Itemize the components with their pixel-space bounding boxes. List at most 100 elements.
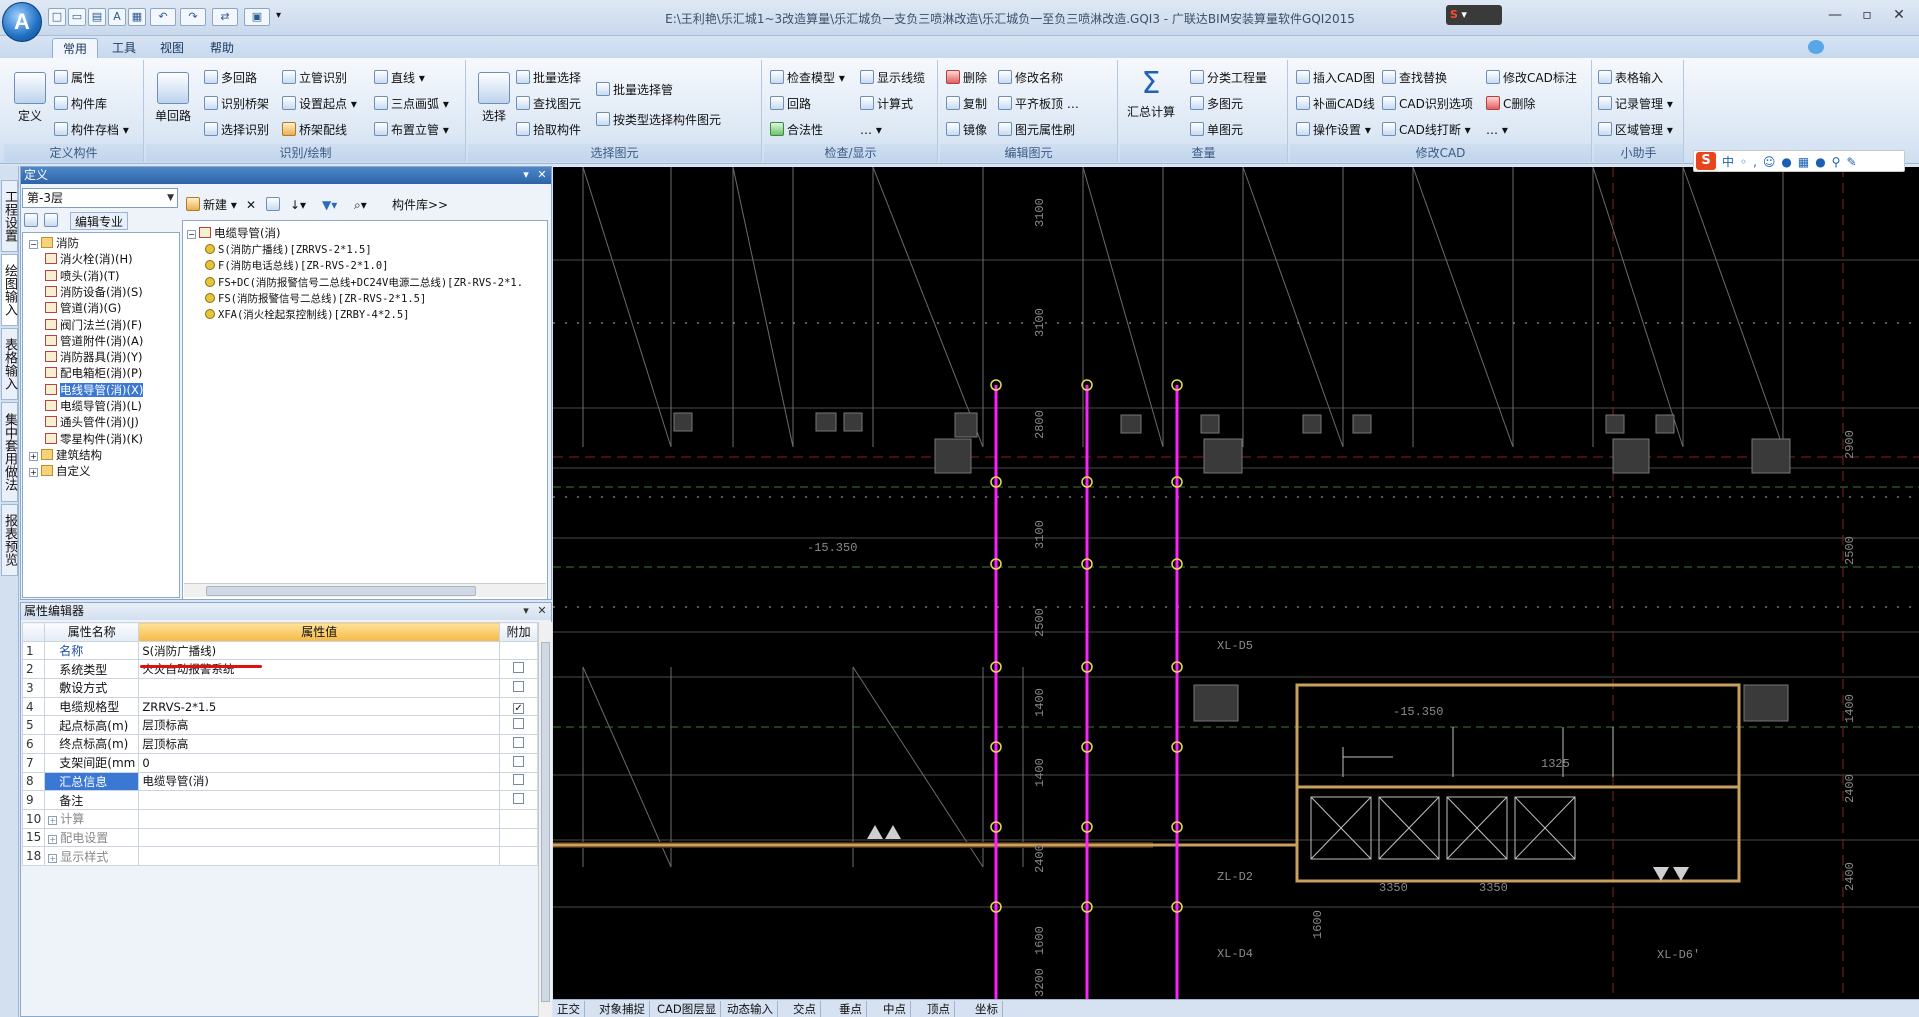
find-replace-button[interactable]: 查找替换 — [1382, 68, 1447, 88]
tab-apply-method[interactable]: 集中套用做法 — [1, 402, 18, 502]
new-button[interactable]: 新建 ▾ — [186, 196, 237, 214]
extra-checkbox[interactable] — [513, 774, 525, 786]
property-value[interactable]: 0 — [138, 752, 501, 773]
cad-line-break-button[interactable]: CAD线打断 ▾ — [1382, 120, 1471, 140]
component-library-link[interactable]: 构件库>> — [392, 196, 448, 214]
circuit-button[interactable]: 回路 — [770, 94, 811, 114]
sort-icon[interactable]: ↓▾ — [290, 196, 306, 214]
select-button[interactable]: 选择 — [472, 72, 516, 124]
copy-button[interactable]: 复制 — [946, 94, 987, 114]
component-library-button[interactable]: 构件库 — [54, 94, 107, 114]
define-button[interactable]: 定义 — [8, 72, 52, 124]
minimize-button[interactable]: — — [1820, 6, 1850, 26]
collapse-all-icon[interactable] — [44, 212, 61, 230]
component-tree-scrollbar[interactable] — [184, 583, 546, 597]
multi-element-button[interactable]: 多图元 — [1190, 94, 1243, 114]
extra-checkbox[interactable]: ✓ — [513, 702, 525, 714]
tree-item[interactable]: 消防器具(消)(Y) — [45, 349, 142, 365]
line-button[interactable]: 直线 ▾ — [374, 68, 425, 88]
property-row[interactable]: 10 + 计算 — [21, 808, 538, 829]
identify-tray-button[interactable]: 识别桥架 — [204, 94, 269, 114]
extra-checkbox[interactable] — [513, 718, 525, 730]
expand-toggle-icon[interactable]: − — [187, 230, 196, 239]
expand-toggle-icon[interactable]: + — [29, 451, 38, 461]
batch-select-pipe-button[interactable]: 批量选择管 — [596, 80, 673, 100]
tree-folder[interactable]: − 消防 — [29, 235, 79, 251]
tree-item[interactable]: 管道(消)(G) — [45, 300, 121, 316]
property-row[interactable]: 5 起点标高(m) 层顶标高 — [21, 715, 538, 736]
expand-toggle-icon[interactable]: + — [29, 468, 38, 478]
single-element-button[interactable]: 单图元 — [1190, 120, 1243, 140]
select-by-type-button[interactable]: 按类型选择构件图元 — [596, 110, 721, 130]
attribute-button[interactable]: 属性 — [54, 68, 95, 88]
drawing-canvas[interactable]: 3100 3100 2800 3100 2500 1400 1400 2400 … — [553, 167, 1919, 999]
panel-close-icon[interactable]: ✕ — [535, 168, 549, 182]
export-icon[interactable]: A — [108, 8, 126, 26]
tab-common[interactable]: 常用 — [52, 38, 98, 58]
expand-all-icon[interactable] — [24, 212, 41, 230]
mirror-button[interactable]: 镜像 — [946, 120, 987, 140]
multi-circuit-button[interactable]: 多回路 — [204, 68, 257, 88]
pick-component-button[interactable]: 拾取构件 — [516, 120, 581, 140]
edit-discipline-button[interactable]: 编辑专业 — [70, 212, 129, 230]
view-icon[interactable]: ▣ — [244, 8, 270, 26]
property-value[interactable]: ZRRVS-2*1.5 — [138, 696, 501, 717]
operation-settings-button[interactable]: 操作设置 ▾ — [1296, 120, 1371, 140]
floor-select[interactable]: 第-3层 — [22, 188, 178, 208]
place-riser-button[interactable]: 布置立管 ▾ — [374, 120, 449, 140]
tree-item[interactable]: 零星构件(消)(K) — [45, 431, 143, 447]
cad-layer-toggle[interactable]: CAD图层显 — [653, 1001, 722, 1017]
ime-tools-icons[interactable]: 中◦,☺●▦●⚲✎ — [1722, 153, 1863, 170]
maximize-button[interactable]: ▫ — [1852, 6, 1882, 26]
property-row[interactable]: 7 支架间距(mm 0 — [21, 752, 538, 773]
select-identify-button[interactable]: 选择识别 — [204, 120, 269, 140]
property-scrollbar[interactable] — [538, 622, 552, 1017]
tree-folder[interactable]: + 建筑结构 — [29, 447, 102, 463]
insert-cad-button[interactable]: 插入CAD图 — [1296, 68, 1375, 88]
find-element-button[interactable]: 查找图元 — [516, 94, 581, 114]
extra-checkbox[interactable] — [513, 755, 525, 767]
component-root[interactable]: − 电缆导管(消) — [187, 225, 280, 241]
property-value[interactable] — [138, 808, 501, 829]
table-input-button[interactable]: 表格输入 — [1598, 68, 1663, 88]
delete-comp-icon[interactable]: ✕ — [246, 196, 256, 214]
property-row[interactable]: 8 汇总信息 电缆导管(消) — [21, 771, 538, 792]
search-comp-icon[interactable]: ⌕▾ — [354, 196, 367, 214]
property-row[interactable]: 6 终点标高(m) 层顶标高 — [21, 734, 538, 754]
property-value[interactable] — [138, 678, 501, 698]
new-file-icon[interactable]: □ — [48, 8, 66, 26]
riser-identify-button[interactable]: 立管识别 — [282, 68, 347, 88]
extra-checkbox[interactable] — [513, 793, 525, 805]
area-manage-button[interactable]: 区域管理 ▾ — [1598, 120, 1673, 140]
property-row[interactable]: 3 敷设方式 — [21, 678, 538, 698]
component-item[interactable]: FS(消防报警信号二总线)[ZR-RVS-2*1.5] — [205, 291, 426, 307]
component-item[interactable]: XFA(消火栓起泵控制线)[ZRBY-4*2.5] — [205, 307, 409, 323]
tab-help[interactable]: 帮助 — [202, 38, 242, 58]
property-value[interactable] — [138, 790, 501, 810]
print-icon[interactable]: ▦ — [128, 8, 146, 26]
property-value[interactable]: 电缆导管(消) — [138, 771, 501, 792]
property-row[interactable]: 15 + 配电设置 — [21, 827, 538, 848]
tree-item[interactable]: 通头管件(消)(J) — [45, 414, 139, 430]
classified-quantity-button[interactable]: 分类工程量 — [1190, 68, 1267, 88]
tree-item[interactable]: 消火栓(消)(H) — [45, 251, 133, 267]
property-value[interactable]: 火灾自动报警系统 — [138, 659, 501, 680]
draw-cad-line-button[interactable]: 补画CAD线 — [1296, 94, 1375, 114]
cad-identify-options-button[interactable]: CAD识别选项 — [1382, 94, 1473, 114]
tree-item[interactable]: 电线导管(消)(X) — [45, 382, 144, 398]
tree-item[interactable]: 消防设备(消)(S) — [45, 284, 143, 300]
copy-comp-icon[interactable] — [266, 196, 283, 214]
tab-report-preview[interactable]: 报表预览 — [1, 504, 18, 576]
attribute-brush-button[interactable]: 图元属性刷 — [998, 120, 1075, 140]
quick-access-menu-icon[interactable]: ▾ — [276, 10, 281, 21]
property-row[interactable]: 9 备注 — [21, 790, 538, 810]
extra-checkbox[interactable] — [513, 680, 525, 692]
delete-button[interactable]: 删除 — [946, 68, 987, 88]
arc-button[interactable]: 三点画弧 ▾ — [374, 94, 449, 114]
filter-icon[interactable]: ▼▾ — [322, 196, 337, 214]
undo-icon[interactable]: ↶ — [150, 8, 176, 26]
app-menu-button[interactable]: A — [2, 2, 42, 42]
property-row[interactable]: 18 + 显示样式 — [21, 846, 538, 866]
component-archive-button[interactable]: 构件存档 ▾ — [54, 120, 129, 140]
extra-checkbox[interactable] — [513, 736, 525, 748]
